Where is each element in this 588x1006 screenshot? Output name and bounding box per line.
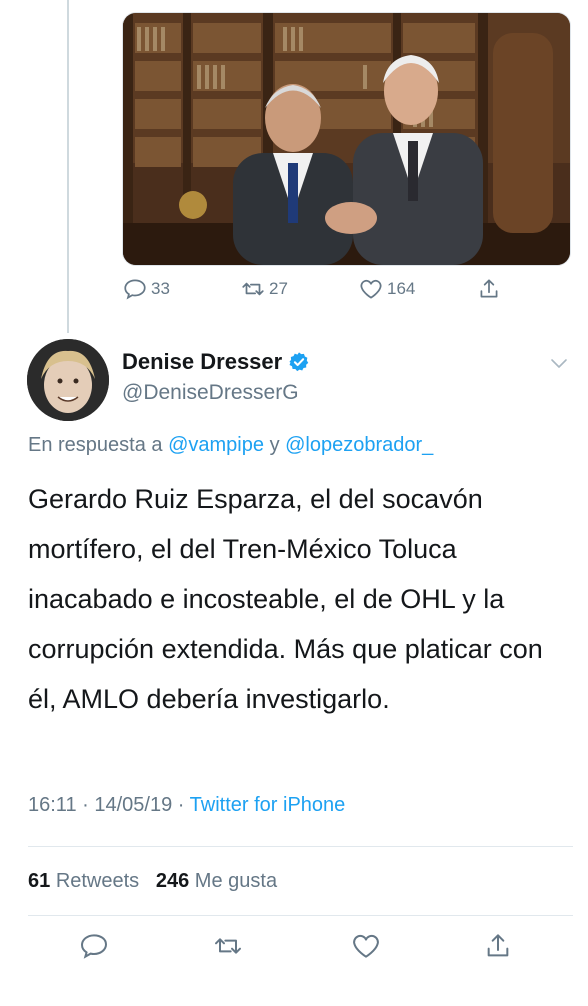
reply-prefix: En respuesta a <box>28 434 163 456</box>
tweet-text: Gerardo Ruiz Esparza, el del socavón mor… <box>28 484 543 714</box>
chevron-down-icon[interactable] <box>550 356 568 370</box>
retweets-label: Retweets <box>55 870 140 892</box>
retweet-button[interactable] <box>212 930 244 962</box>
share-icon <box>487 934 509 957</box>
author-handle[interactable]: @DeniseDresserG <box>122 381 299 405</box>
likes-stat[interactable]: 246 Me gusta <box>156 870 277 892</box>
like-action[interactable]: 164 <box>358 276 415 302</box>
share-action[interactable] <box>476 276 502 302</box>
tweet-metadata: 16:11 · 14/05/19 · Twitter for iPhone <box>28 794 345 817</box>
like-icon <box>360 279 382 299</box>
meta-separator: · <box>82 794 89 816</box>
author-avatar[interactable] <box>27 339 109 421</box>
retweet-icon <box>242 282 264 296</box>
retweet-icon <box>215 938 241 954</box>
share-button[interactable] <box>482 930 514 962</box>
retweets-stat[interactable]: 61 Retweets <box>28 870 139 892</box>
tweet-time: 16:11 <box>28 794 77 816</box>
divider <box>28 915 573 916</box>
reply-count: 33 <box>151 279 170 298</box>
tweet-date: 14/05/19 <box>94 794 173 816</box>
like-button[interactable] <box>350 930 382 962</box>
mention-link[interactable]: @lopezobrador_ <box>285 434 433 456</box>
reply-icon <box>124 279 146 300</box>
avatar-photo <box>27 339 109 421</box>
tweet-actions <box>0 930 588 970</box>
mention-link[interactable]: @vampipe <box>168 434 264 456</box>
retweet-action[interactable]: 27 <box>240 276 288 302</box>
author-name[interactable]: Denise Dresser <box>122 349 282 375</box>
retweet-count: 27 <box>269 279 288 298</box>
photo-illustration <box>123 13 570 265</box>
verified-badge-icon <box>289 352 309 372</box>
divider <box>28 846 573 847</box>
likes-count: 246 <box>155 870 190 892</box>
engagement-stats: 61 Retweets 246 Me gusta <box>28 870 277 893</box>
reply-icon <box>80 934 108 959</box>
reply-joiner: y <box>269 434 280 456</box>
retweets-count: 61 <box>28 870 51 892</box>
meta-separator: · <box>177 794 185 816</box>
share-icon <box>480 279 498 298</box>
reply-action[interactable]: 33 <box>122 276 170 302</box>
like-icon <box>353 934 379 958</box>
reply-button[interactable] <box>78 930 110 962</box>
likes-label: Me gusta <box>194 870 278 892</box>
like-count: 164 <box>387 279 416 298</box>
author-name-row: Denise Dresser <box>122 349 310 375</box>
tweet-source-link[interactable]: Twitter for iPhone <box>190 794 346 816</box>
thread-connector-line <box>67 0 69 333</box>
tweet-photo[interactable] <box>122 12 571 266</box>
reply-context: En respuesta a @vampipe y @lopezobrador_ <box>28 434 433 457</box>
